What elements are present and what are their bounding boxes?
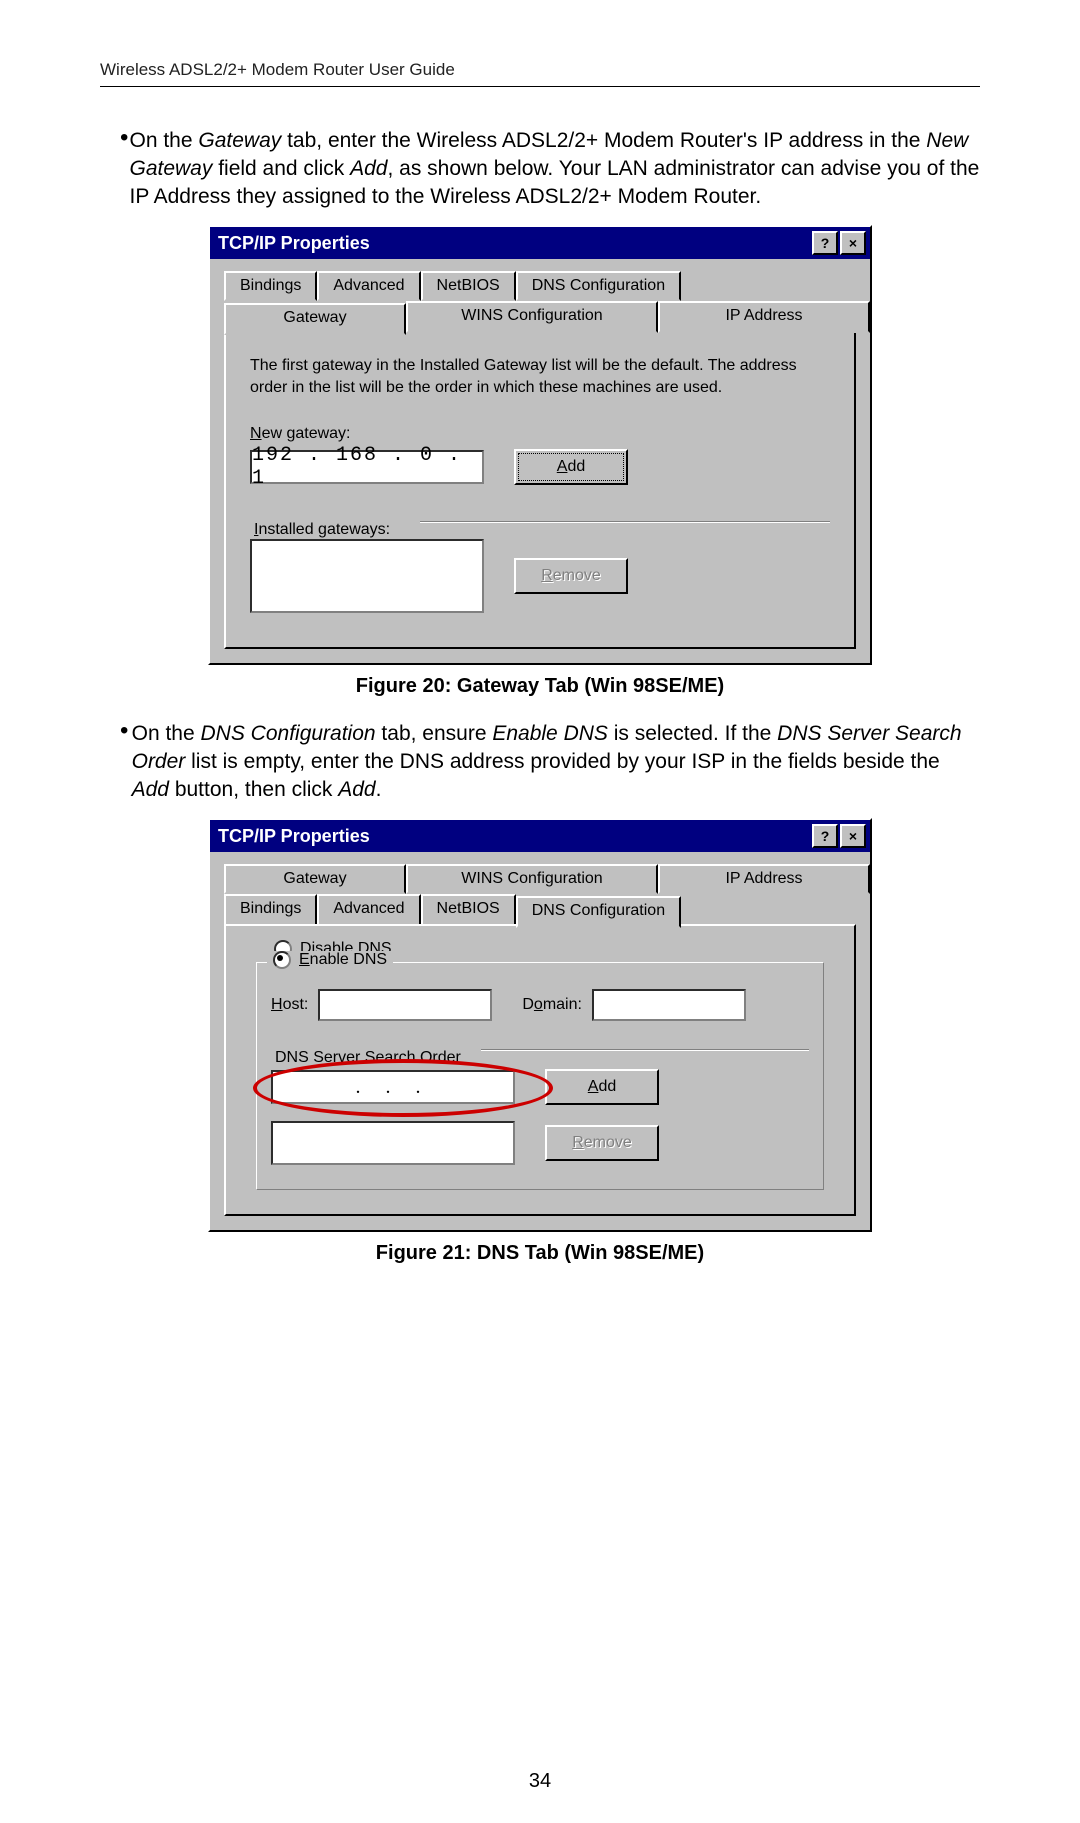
tab-bindings[interactable]: Bindings [224, 271, 317, 301]
bullet-icon: • [120, 127, 129, 211]
tab-ip-address[interactable]: IP Address [658, 864, 870, 894]
dns-server-list[interactable] [271, 1121, 515, 1165]
window-title: TCP/IP Properties [214, 233, 810, 254]
tcpip-properties-window-dns: TCP/IP Properties ? × Gateway WINS Confi… [208, 818, 872, 1232]
add-button[interactable]: Add [514, 449, 628, 485]
tab-netbios[interactable]: NetBIOS [421, 271, 516, 301]
tab-bindings[interactable]: Bindings [224, 894, 317, 926]
dns-search-order-label: DNS Server Search Order [271, 1049, 465, 1066]
domain-label: Domain: [522, 996, 582, 1014]
tab-dns-configuration[interactable]: DNS Configuration [516, 896, 681, 928]
bullet-icon: • [120, 720, 132, 804]
page-number: 34 [0, 1770, 1080, 1793]
tab-netbios[interactable]: NetBIOS [421, 894, 516, 926]
tab-gateway[interactable]: Gateway [224, 864, 406, 894]
domain-input[interactable] [592, 989, 746, 1021]
help-button[interactable]: ? [812, 824, 838, 848]
new-gateway-label: New gateway: [250, 425, 830, 443]
installed-gateways-label: Installed gateways: [250, 521, 394, 538]
figure-caption-21: Figure 21: DNS Tab (Win 98SE/ME) [100, 1242, 980, 1265]
tab-advanced[interactable]: Advanced [317, 894, 420, 926]
tab-dns-configuration[interactable]: DNS Configuration [516, 271, 681, 301]
remove-button: Remove [514, 558, 628, 594]
close-button[interactable]: × [840, 824, 866, 848]
instruction-gateway: On the Gateway tab, enter the Wireless A… [129, 127, 980, 211]
tab-gateway[interactable]: Gateway [224, 303, 406, 335]
tab-wins-configuration[interactable]: WINS Configuration [406, 864, 658, 894]
page-header: Wireless ADSL2/2+ Modem Router User Guid… [100, 60, 980, 87]
installed-gateways-list[interactable] [250, 539, 484, 613]
tab-advanced[interactable]: Advanced [317, 271, 420, 301]
remove-button: Remove [545, 1125, 659, 1161]
dns-ip-input[interactable]: . . . [271, 1070, 515, 1104]
help-button[interactable]: ? [812, 231, 838, 255]
host-input[interactable] [318, 989, 492, 1021]
enable-dns-radio[interactable]: Enable DNS [267, 951, 393, 969]
new-gateway-input[interactable]: 192 . 168 . 0 . 1 [250, 450, 484, 484]
close-button[interactable]: × [840, 231, 866, 255]
instruction-dns: On the DNS Configuration tab, ensure Ena… [132, 720, 980, 804]
window-title: TCP/IP Properties [214, 826, 810, 847]
add-button[interactable]: Add [545, 1069, 659, 1105]
tcpip-properties-window-gateway: TCP/IP Properties ? × Bindings Advanced … [208, 225, 872, 665]
host-label: Host: [271, 996, 308, 1014]
gateway-description: The first gateway in the Installed Gatew… [250, 355, 830, 399]
tab-ip-address[interactable]: IP Address [658, 301, 870, 333]
figure-caption-20: Figure 20: Gateway Tab (Win 98SE/ME) [100, 675, 980, 698]
tab-wins-configuration[interactable]: WINS Configuration [406, 301, 658, 333]
